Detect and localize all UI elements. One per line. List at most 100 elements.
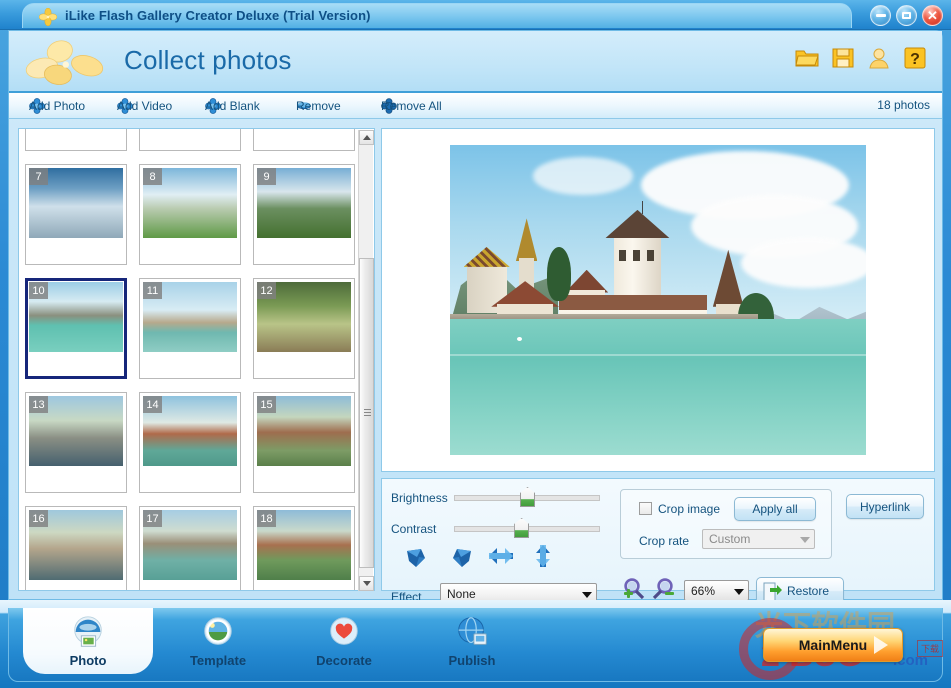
rotate-right-icon[interactable] [445,545,475,571]
thumbnail-scroll-area: 4 5 6 7 8 [19,129,359,590]
thumbnail-item[interactable]: 11 [139,278,241,379]
tower-window [618,249,627,262]
add-video-button[interactable]: Add Video [113,96,172,116]
header-icon-group: ? [794,46,928,70]
thumbnail-item[interactable]: 4 [25,129,127,151]
flip-horizontal-icon[interactable] [486,543,516,569]
tower-roof [605,209,670,239]
right-spire-roof [712,249,744,307]
spire-pole [642,201,644,215]
tab-photo[interactable]: Photo [23,608,153,674]
tab-publish-label: Publish [448,653,496,668]
thumbnail-item[interactable]: 5 [139,129,241,151]
maximize-button[interactable] [896,5,917,26]
thumbnail-panel: 4 5 6 7 8 [18,128,375,591]
thumbnail-number: 11 [143,282,162,299]
thumbnail-item[interactable]: 15 [253,392,355,493]
patterned-roof [463,246,510,267]
photo-icon [74,616,102,647]
main-menu-label: MainMenu [798,637,868,653]
tab-photo-label: Photo [69,653,107,668]
thumbnail-item[interactable]: 18 [253,506,355,590]
zoom-level-value: 66% [691,583,716,598]
add-blank-label: Add Blank [205,99,260,113]
zoom-in-icon[interactable] [622,577,646,601]
crop-rate-value: Custom [709,532,751,546]
thumbnail-item[interactable]: 7 [25,164,127,265]
thumbnail-number: 18 [257,510,276,527]
page-title: Collect photos [124,45,292,75]
crop-image-checkbox[interactable] [639,502,652,515]
restore-label: Restore [787,584,830,598]
thumbnail-item[interactable]: 8 [139,164,241,265]
flip-vertical-icon[interactable] [528,543,558,569]
tab-decorate[interactable]: Decorate [279,608,409,674]
contrast-slider[interactable] [454,518,600,538]
rotate-left-icon[interactable] [403,545,433,571]
add-blank-button[interactable]: Add Blank [201,96,260,116]
brightness-label: Brightness [391,491,448,505]
thumbnail-item[interactable]: 16 [25,506,127,590]
thumbnail-number: 12 [257,282,276,299]
play-triangle-icon [874,636,888,654]
tab-template-label: Template [189,653,247,668]
contrast-slider-thumb[interactable] [514,518,530,538]
application-window: iLike Flash Gallery Creator Deluxe (Tria… [0,0,951,688]
main-panel: Collect photos ? Add Photo Add Video Add… [8,30,943,605]
remove-all-label: Remove All [381,99,442,113]
zoom-level-dropdown[interactable]: 66% [684,580,749,601]
add-photo-button[interactable]: Add Photo [25,96,85,116]
save-icon[interactable] [830,46,856,70]
thumbnail-number: 17 [143,510,162,527]
hyperlink-button[interactable]: Hyperlink [846,494,924,519]
main-wing-roof [558,295,707,310]
thumbnail-item-selected[interactable]: 10 [25,278,127,379]
minimize-button[interactable] [870,5,891,26]
tab-publish[interactable]: Publish [407,608,537,674]
brightness-slider[interactable] [454,487,600,507]
add-video-label: Add Video [117,99,173,113]
thumbnail-item[interactable]: 12 [253,278,355,379]
photo-controls-panel: Brightness Contrast Effect None Crop ima… [381,478,935,605]
thumbnail-item[interactable]: 17 [139,506,241,590]
remove-button[interactable]: Remove [292,96,341,116]
window-controls: ✕ [870,5,943,26]
restore-icon [763,582,782,602]
apply-all-button[interactable]: Apply all [734,497,816,521]
spire-roof [515,218,538,262]
tower-window [632,249,641,262]
thumbnail-number: 7 [29,168,48,185]
cloud-shape [533,157,634,195]
effect-value: None [447,587,476,601]
thumbnail-number: 16 [29,510,48,527]
thumbnail-number: 15 [257,396,276,413]
thumbnail-item[interactable]: 13 [25,392,127,493]
scrollbar-grip-icon [364,409,371,417]
template-icon [204,617,232,645]
help-icon[interactable]: ? [902,46,928,70]
register-user-icon[interactable] [866,46,892,70]
chevron-down-icon [800,537,810,543]
thumbnail-item[interactable]: 14 [139,392,241,493]
crop-rate-dropdown[interactable]: Custom [702,529,815,549]
crop-image-label: Crop image [658,502,721,516]
remove-all-button[interactable]: Remove All [377,96,442,116]
zoom-out-icon[interactable] [652,577,676,601]
photo-preview-panel[interactable] [381,128,935,472]
thumbnail-number: 10 [29,282,48,299]
thumbnail-item[interactable]: 9 [253,164,355,265]
main-menu-button[interactable]: MainMenu [763,628,903,662]
tree-shape [546,246,572,302]
hyperlink-label: Hyperlink [859,499,910,514]
thumbnail-item[interactable]: 6 [253,129,355,151]
tab-template[interactable]: Template [153,608,283,674]
brightness-slider-thumb[interactable] [520,487,535,507]
thumbnail-number: 14 [143,396,162,413]
thumbnail-scrollbar[interactable] [358,130,374,591]
scrollbar-thumb[interactable] [359,258,374,568]
scroll-down-button[interactable] [359,576,374,591]
publish-globe-icon [458,617,487,645]
close-button[interactable]: ✕ [922,5,943,26]
scroll-up-button[interactable] [359,130,374,145]
open-folder-icon[interactable] [794,46,820,70]
